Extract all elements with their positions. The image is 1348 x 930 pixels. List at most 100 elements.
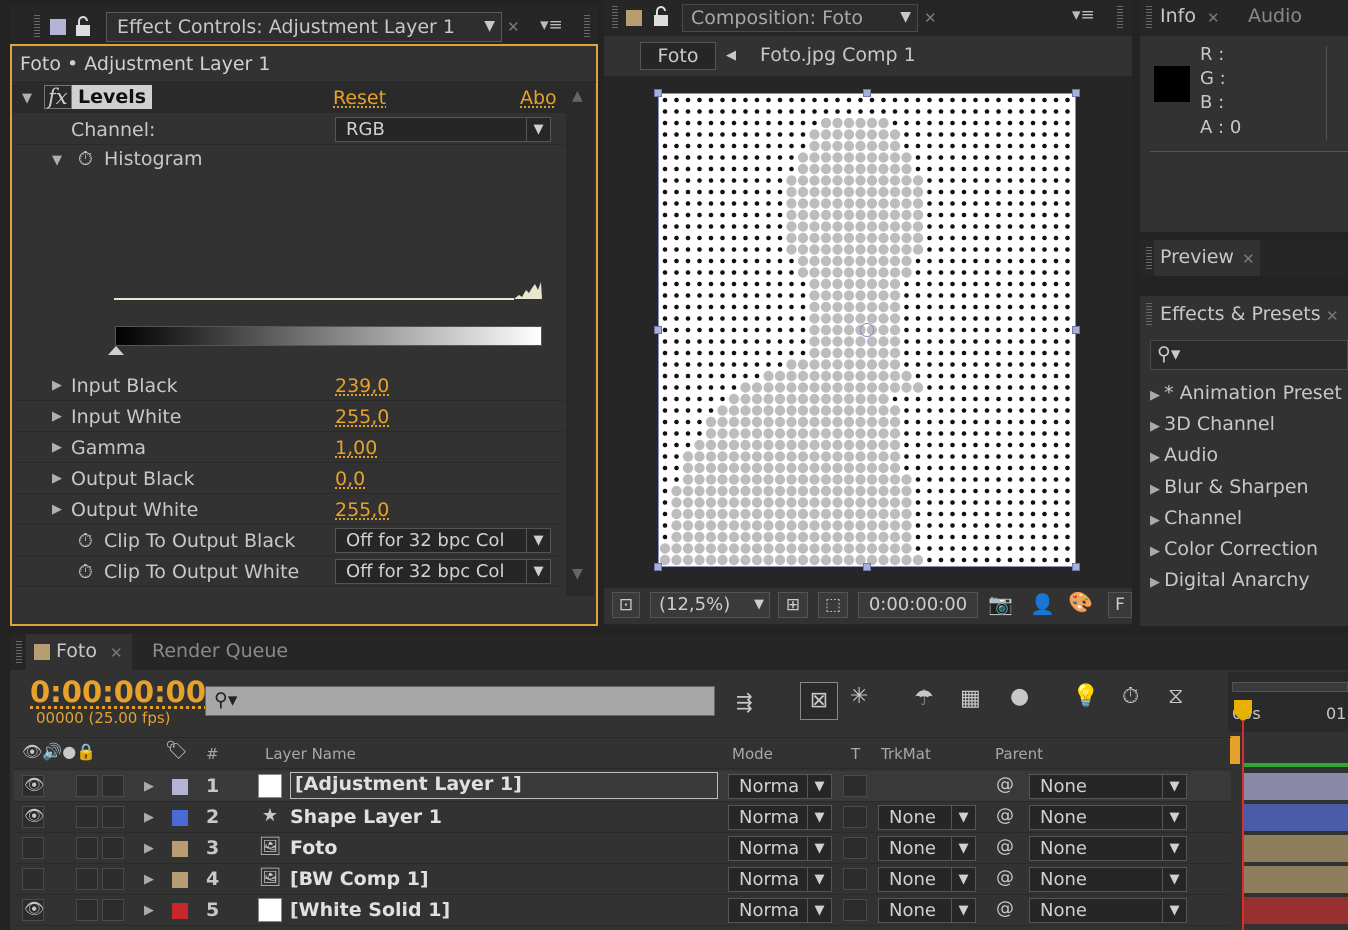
panel-grip[interactable] [34,15,40,37]
expand-triangle[interactable]: ▶ [144,903,154,918]
lock-toggle[interactable] [102,806,124,828]
mask-visibility-button[interactable]: ⬚ [818,592,848,618]
effect-collapse-triangle[interactable]: ▼ [22,91,32,106]
preview-tab[interactable]: Preview ✕ [1154,240,1260,276]
solo-toggle[interactable] [76,899,98,921]
anchor-point-icon[interactable] [860,323,874,337]
layer-name[interactable]: Shape Layer 1 [290,806,442,828]
video-toggle[interactable]: 👁 [22,806,44,828]
comp-mini-flowchart-icon[interactable]: ⇶ [736,690,753,714]
layer-name[interactable]: Foto [290,837,337,859]
tab-render-queue[interactable]: Render Queue [152,640,288,662]
label-color-chip[interactable] [172,903,188,919]
effects-item[interactable]: ▶ Blur & Sharpen [1150,476,1309,498]
label-color-chip[interactable] [172,810,188,826]
layer-handle[interactable] [1072,89,1080,97]
label-header-icon[interactable]: 🏷 [165,740,188,761]
parent-dropdown[interactable]: None ▼ [1029,867,1187,892]
param-value[interactable]: 0,0 [335,468,365,490]
label-color-chip[interactable] [172,872,188,888]
pickwhip-icon[interactable]: @ [996,774,1014,795]
motion-blur-icon[interactable]: ● [1010,684,1029,709]
layer-duration-bar[interactable] [1244,804,1348,831]
about-link[interactable]: Abo [520,87,557,109]
close-icon[interactable]: ✕ [1242,250,1255,268]
video-toggle[interactable]: 👁 [22,775,44,797]
fx-icon[interactable]: fx [44,85,72,109]
preserve-transparency-toggle[interactable] [843,806,867,828]
layer-handle[interactable] [1072,326,1080,334]
trkmat-dropdown[interactable]: None ▼ [878,805,976,830]
always-preview-button[interactable]: ⊡ [612,592,640,618]
layer-handle[interactable] [654,89,662,97]
pickwhip-icon[interactable]: @ [996,836,1014,857]
effects-item[interactable]: ▶ Channel [1150,507,1242,529]
param-value[interactable]: 1,00 [335,437,377,459]
lock-icon[interactable] [650,6,674,28]
lock-icon[interactable] [72,16,96,38]
tab-audio[interactable]: Audio [1248,5,1302,27]
expand-triangle[interactable]: ▶ [52,440,62,455]
mode-dropdown[interactable]: Norma ▼ [728,836,832,861]
label-color-chip[interactable] [172,779,188,795]
mode-dropdown[interactable]: Norma ▼ [728,805,832,830]
layer-handle[interactable] [863,563,871,571]
draft-3d-icon[interactable]: ✳ [850,684,868,709]
label-color-chip[interactable] [172,841,188,857]
preserve-transparency-toggle[interactable] [843,899,867,921]
panel-grip[interactable] [612,6,618,28]
hide-shy-layers-icon[interactable]: ☂ [914,686,934,711]
frame-blending-icon[interactable]: ▦ [960,686,981,711]
panel-grip[interactable] [1146,6,1152,28]
parent-dropdown[interactable]: None ▼ [1029,836,1187,861]
histogram[interactable] [114,180,544,305]
channels-icon[interactable]: 🎨 [1068,590,1093,614]
tab-info[interactable]: Info [1160,5,1196,27]
close-icon[interactable]: ✕ [1326,307,1339,325]
panel-menu-icon[interactable]: ▾≡ [540,15,563,35]
expand-triangle[interactable]: ▶ [52,502,62,517]
close-icon[interactable]: ✕ [1207,9,1220,27]
input-black-slider-handle[interactable] [108,346,124,355]
expand-triangle[interactable]: ▶ [144,872,154,887]
preserve-transparency-toggle[interactable] [843,837,867,859]
layer-handle[interactable] [654,563,662,571]
layer-handle[interactable] [1072,563,1080,571]
effect-name[interactable]: Levels [72,85,153,109]
layer-name[interactable]: [Adjustment Layer 1] [290,772,718,799]
effects-item[interactable]: ▶ Color Correction [1150,538,1318,560]
stopwatch-icon[interactable]: ⏱ [1122,684,1139,709]
expand-triangle[interactable]: ▶ [144,779,154,794]
param-value[interactable]: 255,0 [335,406,389,428]
layer-handle[interactable] [654,326,662,334]
layer-row[interactable]: 👁 ▶ 1 [Adjustment Layer 1] Norma ▼ @ Non… [14,771,1231,802]
expand-triangle[interactable]: ▶ [52,409,62,424]
layer-duration-bar[interactable] [1244,773,1348,800]
parent-dropdown[interactable]: None ▼ [1029,898,1187,923]
clip-black-dropdown[interactable]: Off for 32 bpc Col ▼ [335,528,551,553]
mode-dropdown[interactable]: Norma ▼ [728,867,832,892]
effects-item[interactable]: ▶ 3D Channel [1150,413,1275,435]
solo-toggle[interactable] [76,775,98,797]
video-toggle[interactable] [22,868,44,890]
layer-duration-bar[interactable] [1244,866,1348,893]
panel-grip[interactable] [16,641,22,663]
lock-toggle[interactable] [102,868,124,890]
video-visibility-header-icon[interactable]: 👁🔊●🔒 [22,742,96,761]
scroll-down-icon[interactable]: ▼ [572,566,583,582]
title-safe-button[interactable]: ⊞ [778,592,808,618]
camera-icon[interactable]: 📷 [988,592,1013,616]
clip-white-dropdown[interactable]: Off for 32 bpc Col ▼ [335,559,551,584]
input-gradient-bar[interactable] [115,326,542,346]
layer-duration-bar[interactable] [1244,835,1348,862]
trkmat-dropdown[interactable]: None ▼ [878,836,976,861]
solo-toggle[interactable] [76,806,98,828]
lock-toggle[interactable] [102,837,124,859]
close-icon[interactable]: ✕ [110,644,123,662]
mode-dropdown[interactable]: Norma ▼ [728,774,832,799]
solo-toggle[interactable] [76,837,98,859]
layer-name[interactable]: [White Solid 1] [290,899,450,921]
panel-grip[interactable] [1146,303,1152,325]
video-toggle[interactable] [22,837,44,859]
live-update-icon[interactable]: ⊠ [800,682,838,720]
